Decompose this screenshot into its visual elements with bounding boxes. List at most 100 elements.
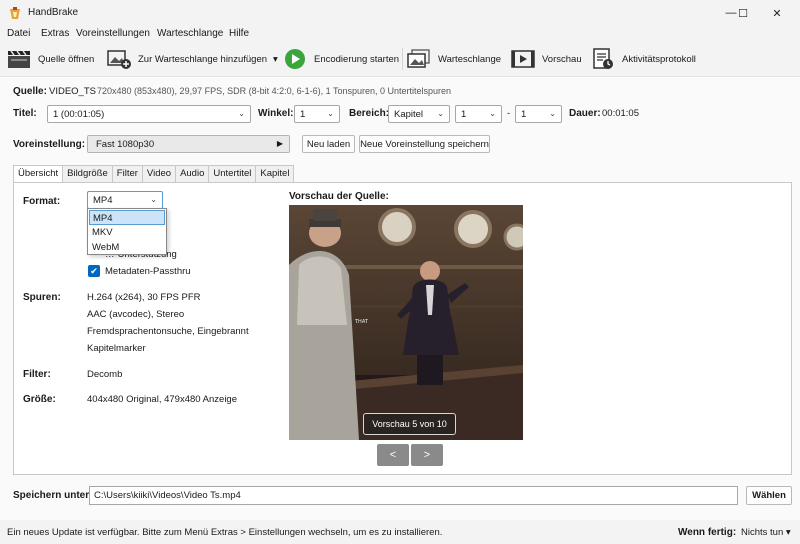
window-title: HandBrake bbox=[28, 7, 79, 18]
handbrake-logo-icon bbox=[10, 7, 20, 19]
chevron-down-icon: ⌄ bbox=[549, 109, 556, 118]
duration-value: 00:01:05 bbox=[602, 108, 639, 119]
queue-images-icon bbox=[406, 48, 432, 70]
video-preview-icon bbox=[510, 48, 536, 70]
save-as-label: Speichern unter: bbox=[13, 490, 93, 501]
play-icon bbox=[282, 48, 308, 70]
metadata-passthru-label: Metadaten-Passthru bbox=[105, 266, 191, 277]
start-encode-label: Encodierung starten bbox=[314, 53, 400, 65]
format-option-webm[interactable]: WebM bbox=[89, 240, 165, 255]
start-encode-button[interactable]: Encodierung starten bbox=[282, 45, 399, 73]
preview-image: THAT Vorschau 5 von 10 bbox=[289, 205, 523, 440]
menu-extras[interactable]: Extras bbox=[41, 28, 69, 39]
chevron-down-icon: ⌄ bbox=[238, 109, 245, 118]
film-clapper-icon bbox=[6, 48, 32, 70]
preview-label: Vorschau bbox=[542, 53, 582, 65]
track-subtitle: Fremdsprachentonsuche, Eingebrannt bbox=[87, 326, 249, 337]
save-path-input[interactable]: C:\Users\kiiki\Videos\Video Ts.mp4 bbox=[89, 486, 738, 505]
range-start-select[interactable]: 1 ⌄ bbox=[455, 105, 502, 123]
when-done-select[interactable]: Nichts tun ▾ bbox=[741, 527, 791, 538]
angle-select-value: 1 bbox=[300, 109, 306, 120]
track-video: H.264 (x264), 30 FPS PFR bbox=[87, 292, 201, 303]
preview-next-button[interactable]: > bbox=[411, 444, 443, 466]
preview-button[interactable]: Vorschau bbox=[510, 45, 582, 73]
browse-button[interactable]: Wählen bbox=[746, 486, 792, 505]
add-queue-dropdown-icon[interactable]: ▾ bbox=[273, 54, 278, 65]
title-select-value: 1 (00:01:05) bbox=[53, 109, 105, 120]
menu-queue[interactable]: Warteschlange bbox=[157, 28, 223, 39]
preview-counter: Vorschau 5 von 10 bbox=[363, 413, 456, 435]
tab-summary[interactable]: Übersicht bbox=[13, 165, 64, 183]
format-dropdown-list: MP4 MKV WebM bbox=[87, 208, 167, 255]
preview-heading: Vorschau der Quelle: bbox=[289, 191, 389, 202]
preview-scene-image: THAT bbox=[289, 205, 523, 440]
update-message: Ein neues Update ist verfügbar. Bitte zu… bbox=[7, 527, 443, 538]
chevron-down-icon: ⌄ bbox=[150, 195, 157, 204]
chevron-down-icon: ⌄ bbox=[489, 109, 496, 118]
metadata-passthru-checkbox[interactable]: ✔ bbox=[88, 265, 100, 277]
tab-dimensions[interactable]: Bildgröße bbox=[62, 165, 113, 182]
title-select[interactable]: 1 (00:01:05) ⌄ bbox=[47, 105, 251, 123]
menu-file[interactable]: Datei bbox=[7, 28, 30, 39]
tab-audio[interactable]: Audio bbox=[175, 165, 210, 182]
preview-subtitle-text: THAT bbox=[354, 319, 369, 325]
save-new-preset-button[interactable]: Neue Voreinstellung speichern bbox=[359, 135, 490, 153]
activity-log-label: Aktivitätsprotokoll bbox=[622, 53, 696, 65]
preset-label: Voreinstellung: bbox=[13, 139, 86, 150]
source-label: Quelle: bbox=[13, 86, 47, 97]
title-label: Titel: bbox=[13, 108, 37, 119]
format-select-value: MP4 bbox=[93, 195, 113, 206]
queue-button[interactable]: Warteschlange bbox=[406, 45, 501, 73]
log-file-icon bbox=[590, 48, 616, 70]
close-button[interactable]: ✕ bbox=[754, 0, 800, 26]
tab-subtitles[interactable]: Untertitel bbox=[208, 165, 257, 182]
range-start-value: 1 bbox=[461, 109, 467, 120]
add-to-queue-button[interactable]: Zur Warteschlange hinzufügen ▾ bbox=[106, 45, 278, 73]
range-mode-select[interactable]: Kapitel ⌄ bbox=[388, 105, 450, 123]
when-done-value: Nichts tun bbox=[741, 527, 784, 538]
format-option-mkv[interactable]: MKV bbox=[89, 225, 165, 240]
tab-video[interactable]: Video bbox=[141, 165, 177, 182]
open-source-label: Quelle öffnen bbox=[38, 53, 95, 65]
track-audio: AAC (avcodec), Stereo bbox=[87, 309, 185, 320]
preset-value: Fast 1080p30 bbox=[96, 139, 155, 150]
format-label: Format: bbox=[23, 196, 61, 207]
range-separator: - bbox=[507, 108, 511, 119]
source-name: VIDEO_TS bbox=[49, 86, 96, 97]
range-mode-value: Kapitel bbox=[394, 109, 424, 120]
tab-chapters[interactable]: Kapitel bbox=[255, 165, 295, 182]
source-info: 720x480 (853x480), 29,97 FPS, SDR (8-bit… bbox=[97, 86, 452, 96]
size-value: 404x480 Original, 479x480 Anzeige bbox=[87, 394, 238, 405]
angle-select[interactable]: 1 ⌄ bbox=[294, 105, 340, 123]
open-source-button[interactable]: Quelle öffnen bbox=[6, 45, 94, 73]
size-label: Größe: bbox=[23, 394, 56, 405]
when-done-label: Wenn fertig: bbox=[678, 527, 737, 538]
activity-log-button[interactable]: Aktivitätsprotokoll bbox=[590, 45, 696, 73]
settings-tabs: Übersicht Bildgröße Filter Video Audio U… bbox=[13, 165, 295, 183]
format-option-mp4[interactable]: MP4 bbox=[89, 210, 165, 225]
format-select[interactable]: MP4 ⌄ bbox=[87, 191, 163, 209]
add-image-icon bbox=[106, 48, 132, 70]
tracks-label: Spuren: bbox=[23, 292, 61, 303]
range-end-value: 1 bbox=[521, 109, 527, 120]
menu-presets[interactable]: Voreinstellungen bbox=[76, 28, 150, 39]
add-to-queue-label: Zur Warteschlange hinzufügen bbox=[138, 53, 268, 65]
filter-label: Filter: bbox=[23, 369, 51, 380]
preview-previous-button[interactable]: < bbox=[377, 444, 409, 466]
reload-preset-button[interactable]: Neu laden bbox=[302, 135, 355, 153]
arrow-right-icon: ▶ bbox=[276, 139, 283, 148]
filter-value: Decomb bbox=[87, 369, 123, 380]
range-label: Bereich: bbox=[349, 108, 390, 119]
angle-label: Winkel: bbox=[258, 108, 294, 119]
chevron-down-icon: ⌄ bbox=[327, 109, 334, 118]
menu-help[interactable]: Hilfe bbox=[229, 28, 249, 39]
queue-label: Warteschlange bbox=[438, 53, 502, 65]
track-chapters: Kapitelmarker bbox=[87, 343, 146, 354]
chevron-down-icon: ⌄ bbox=[437, 109, 444, 118]
preset-selector[interactable]: Fast 1080p30 ▶ bbox=[87, 135, 290, 153]
range-end-select[interactable]: 1 ⌄ bbox=[515, 105, 562, 123]
title-bar bbox=[0, 0, 800, 26]
toolbar-separator bbox=[402, 48, 403, 70]
chevron-down-icon: ▾ bbox=[785, 527, 791, 538]
tab-filters[interactable]: Filter bbox=[111, 165, 143, 182]
